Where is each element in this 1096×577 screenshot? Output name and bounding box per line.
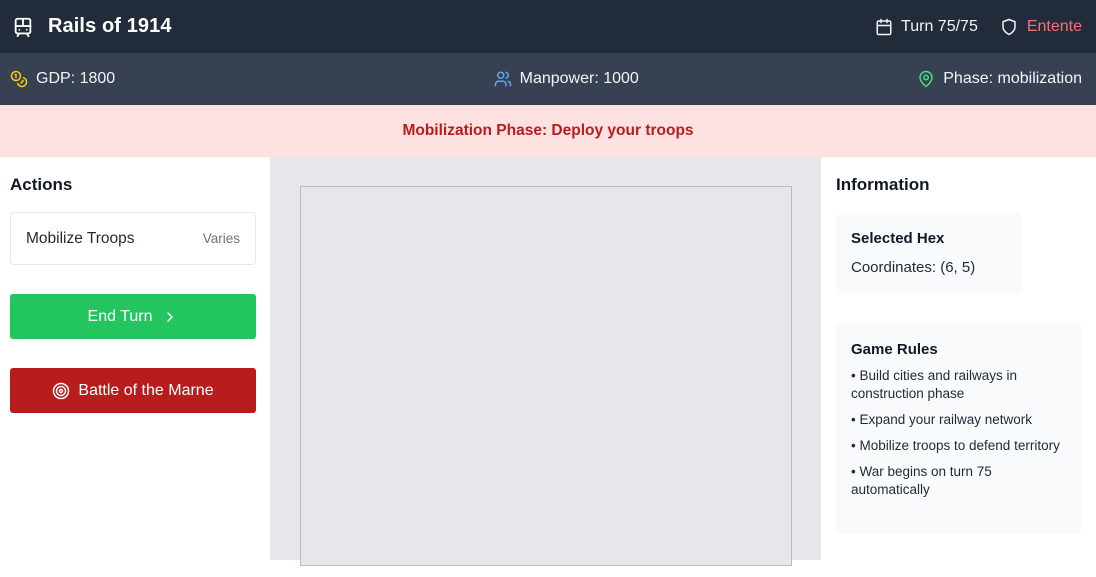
app-title: Rails of 1914 xyxy=(48,15,172,37)
rule-item: • War begins on turn 75 automatically xyxy=(851,464,992,497)
actions-panel: Actions Mobilize Troops Varies End Turn … xyxy=(0,157,270,577)
manpower-stat: Manpower: 1000 xyxy=(494,70,639,88)
game-rules-card: Game Rules • Build cities and railways i… xyxy=(836,324,1081,534)
coins-icon xyxy=(10,70,28,88)
map-pin-icon xyxy=(917,70,935,88)
gdp-value: GDP: 1800 xyxy=(36,70,116,87)
users-icon xyxy=(494,70,512,88)
map-area xyxy=(270,157,821,566)
information-panel: Information Selected Hex Coordinates: (6… xyxy=(821,157,1096,577)
phase-banner: Mobilization Phase: Deploy your troops xyxy=(0,105,1096,157)
end-turn-label: End Turn xyxy=(87,307,153,325)
faction-label: Entente xyxy=(1026,17,1082,35)
battle-button[interactable]: Battle of the Marne xyxy=(10,368,256,413)
action-cost: Varies xyxy=(202,231,240,246)
game-rules-list: • Build cities and railways in construct… xyxy=(851,367,1066,499)
target-icon xyxy=(52,382,70,400)
selected-hex-card: Selected Hex Coordinates: (6, 5) xyxy=(836,213,1021,295)
chevron-right-icon xyxy=(162,309,178,325)
top-right-group: Turn 75/75 Entente xyxy=(875,18,1082,36)
gdp-stat: GDP: 1800 xyxy=(10,70,115,88)
turn-label: Turn 75/75 xyxy=(901,17,978,35)
calendar-icon xyxy=(875,18,893,36)
shield-icon xyxy=(1000,18,1018,36)
brand: Rails of 1914 xyxy=(12,15,172,38)
phase-banner-text: Mobilization Phase: Deploy your troops xyxy=(402,122,694,139)
action-mobilize-troops[interactable]: Mobilize Troops Varies xyxy=(10,212,256,265)
hex-map-board[interactable] xyxy=(300,186,792,566)
information-heading: Information xyxy=(836,175,930,194)
manpower-value: Manpower: 1000 xyxy=(519,70,639,87)
stats-bar: GDP: 1800 Manpower: 1000 Phase: mobiliza… xyxy=(0,53,1096,105)
rule-item: • Mobilize troops to defend territory xyxy=(851,438,1060,453)
battle-label: Battle of the Marne xyxy=(78,381,214,399)
faction-indicator: Entente xyxy=(1000,18,1082,36)
selected-hex-title: Selected Hex xyxy=(851,230,945,247)
train-icon xyxy=(12,16,34,38)
action-name: Mobilize Troops xyxy=(26,229,135,247)
phase-value: Phase: mobilization xyxy=(943,70,1082,87)
phase-stat: Phase: mobilization xyxy=(917,70,1082,88)
end-turn-button[interactable]: End Turn xyxy=(10,294,256,339)
selected-hex-coordinates: Coordinates: (6, 5) xyxy=(851,259,976,276)
rule-item: • Expand your railway network xyxy=(851,412,1033,427)
rule-item: • Build cities and railways in construct… xyxy=(851,368,1018,401)
top-bar: Rails of 1914 Turn 75/75 Entente xyxy=(0,0,1096,53)
turn-indicator: Turn 75/75 xyxy=(875,18,978,36)
actions-heading: Actions xyxy=(10,175,73,194)
game-rules-title: Game Rules xyxy=(851,341,938,358)
